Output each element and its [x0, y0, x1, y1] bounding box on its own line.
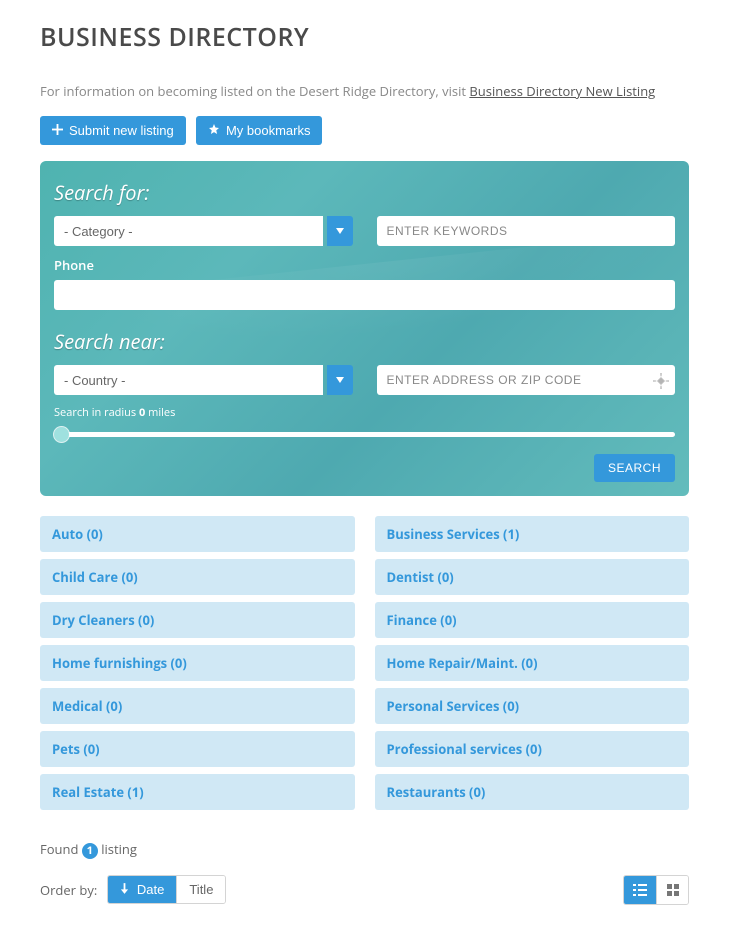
- keywords-input[interactable]: [377, 216, 676, 246]
- category-item[interactable]: Personal Services (0): [375, 688, 690, 724]
- category-grid: Auto (0) Business Services (1) Child Care …: [40, 516, 689, 810]
- crosshair-icon[interactable]: [653, 372, 669, 388]
- category-item[interactable]: Child Care (0): [40, 559, 355, 595]
- search-panel: Search for: Phone Search near:: [40, 161, 689, 496]
- list-icon: [633, 884, 647, 896]
- grid-icon: [667, 884, 679, 896]
- submit-label: Submit new listing: [69, 123, 174, 138]
- list-view-button[interactable]: [624, 876, 656, 904]
- order-title-button[interactable]: Title: [176, 876, 225, 903]
- country-select-value[interactable]: [54, 365, 323, 395]
- phone-input[interactable]: [54, 280, 675, 310]
- order-date-button[interactable]: Date: [108, 876, 176, 903]
- order-date-label: Date: [137, 882, 164, 897]
- top-buttons: Submit new listing My bookmarks: [40, 116, 689, 145]
- intro-text: For information on becoming listed on th…: [40, 82, 689, 100]
- category-item[interactable]: Dentist (0): [375, 559, 690, 595]
- plus-icon: [52, 123, 63, 138]
- star-icon: [208, 123, 220, 138]
- radius-prefix: Search in radius: [54, 405, 139, 420]
- radius-suffix: miles: [145, 405, 175, 420]
- radius-slider[interactable]: [54, 424, 675, 444]
- search-button[interactable]: SEARCH: [594, 454, 675, 482]
- orderby-label: Order by:: [40, 881, 97, 899]
- results-count-badge: 1: [82, 843, 98, 859]
- order-group: Date Title: [107, 875, 226, 904]
- search-near-heading: Search near:: [54, 328, 675, 355]
- results-count: Found 1 listing: [40, 840, 689, 859]
- category-item[interactable]: Auto (0): [40, 516, 355, 552]
- category-item[interactable]: Pets (0): [40, 731, 355, 767]
- category-item[interactable]: Home Repair/Maint. (0): [375, 645, 690, 681]
- my-bookmarks-button[interactable]: My bookmarks: [196, 116, 323, 145]
- category-select[interactable]: [54, 216, 353, 246]
- chevron-down-icon[interactable]: [327, 365, 353, 395]
- country-select[interactable]: [54, 365, 353, 395]
- submit-listing-button[interactable]: Submit new listing: [40, 116, 186, 145]
- radius-text: Search in radius 0 miles: [54, 405, 675, 420]
- category-item[interactable]: Home furnishings (0): [40, 645, 355, 681]
- phone-label: Phone: [54, 256, 675, 274]
- view-toggle: [623, 875, 689, 905]
- bookmarks-label: My bookmarks: [226, 123, 311, 138]
- grid-view-button[interactable]: [656, 876, 688, 904]
- category-select-value[interactable]: [54, 216, 323, 246]
- footer-row: Order by: Date Title: [40, 875, 689, 905]
- orderby-wrap: Order by: Date Title: [40, 875, 226, 904]
- search-for-heading: Search for:: [54, 179, 675, 206]
- slider-track: [54, 432, 675, 437]
- category-item[interactable]: Medical (0): [40, 688, 355, 724]
- chevron-down-icon[interactable]: [327, 216, 353, 246]
- category-item[interactable]: Professional services (0): [375, 731, 690, 767]
- new-listing-link[interactable]: Business Directory New Listing: [469, 82, 655, 100]
- found-prefix: Found: [40, 840, 82, 858]
- arrow-down-icon: [120, 882, 133, 897]
- address-input[interactable]: [377, 365, 676, 395]
- page-title: BUSINESS DIRECTORY: [40, 20, 689, 54]
- category-item[interactable]: Restaurants (0): [375, 774, 690, 810]
- category-item[interactable]: Business Services (1): [375, 516, 690, 552]
- category-item[interactable]: Dry Cleaners (0): [40, 602, 355, 638]
- category-item[interactable]: Finance (0): [375, 602, 690, 638]
- found-suffix: listing: [98, 840, 137, 858]
- intro-prefix: For information on becoming listed on th…: [40, 82, 469, 100]
- category-item[interactable]: Real Estate (1): [40, 774, 355, 810]
- slider-thumb[interactable]: [54, 427, 69, 442]
